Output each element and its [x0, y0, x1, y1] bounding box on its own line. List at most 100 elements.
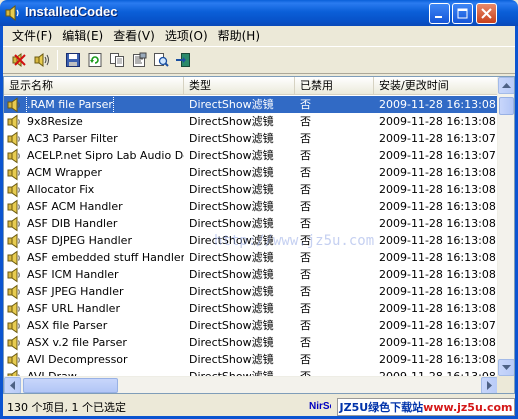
cell-type: DirectShow滤镜 [189, 353, 274, 366]
close-button[interactable] [476, 3, 497, 24]
column-header-name[interactable]: 显示名称 [4, 77, 184, 95]
cell-disabled: 否 [300, 166, 311, 179]
vertical-scrollbar[interactable] [497, 77, 514, 376]
site-banner: JZ5U绿色下载站 www.jz5u.com [337, 398, 515, 416]
speaker-icon [7, 97, 20, 112]
disable-button[interactable] [9, 49, 31, 71]
column-header-install-time[interactable]: 安装/更改时间 [374, 77, 498, 95]
minimize-button[interactable] [429, 3, 450, 24]
table-row[interactable]: AVI Decompressor DirectShow滤镜 否 2009-11-28 … [4, 351, 498, 368]
codec-name: AVI Decompressor [27, 353, 128, 366]
cell-name: ASF DIB Handler [4, 215, 184, 232]
table-row[interactable]: ASF ICM Handler DirectShow滤镜 否 2009-11-28 1… [4, 266, 498, 283]
cell-install-time: 2009-11-28 16:13:08 [379, 302, 496, 315]
save-button[interactable] [62, 49, 84, 71]
cell-disabled: 否 [300, 336, 311, 349]
codec-name: ASX file Parser [27, 319, 108, 332]
cell-name: ASF ACM Handler [4, 198, 184, 215]
speaker-icon [7, 233, 20, 248]
cell-install-time: 2009-11-28 16:13:08 [379, 166, 496, 179]
vertical-scroll-thumb[interactable] [499, 97, 514, 115]
table-row[interactable]: .RAM file Parser DirectShow滤镜否 2009-11-28 … [4, 96, 498, 113]
title-bar[interactable]: InstalledCodec [0, 0, 518, 26]
codec-name: .RAM file Parser [26, 96, 114, 113]
cell-name: ACELP.net Sipro Lab Audio De... [4, 147, 184, 164]
find-button[interactable] [150, 49, 172, 71]
properties-button[interactable] [128, 49, 150, 71]
cell-name: ASF embedded stuff Handler [4, 249, 184, 266]
enable-button[interactable] [31, 49, 53, 71]
table-row[interactable]: 9x8Resize DirectShow滤镜 否 2009-11-28 16:13:0… [4, 113, 498, 130]
cell-name: AVI Decompressor [4, 351, 184, 368]
cell-install-time: 2009-11-28 16:13:08 [379, 200, 496, 213]
arrow-up-icon [502, 82, 511, 88]
column-header-disabled[interactable]: 已禁用 [295, 77, 374, 95]
codec-name: ACM Wrapper [27, 166, 102, 179]
menu-view[interactable]: 查看(V) [108, 27, 160, 44]
enable-icon [34, 53, 49, 67]
speaker-icon [7, 131, 20, 146]
cell-disabled: 否 [300, 217, 311, 230]
refresh-icon [88, 53, 102, 67]
scroll-right-button[interactable] [481, 377, 498, 393]
scrollbar-corner [497, 376, 514, 393]
codec-name: ASF embedded stuff Handler [27, 251, 184, 264]
codec-name: ASF DJPEG Handler [27, 234, 132, 247]
codec-name: 9x8Resize [27, 115, 83, 128]
status-item-count: 130 个项目, 1 个已选定 [7, 400, 126, 414]
toolbar [3, 46, 515, 74]
cell-name: ASF ICM Handler [4, 266, 184, 283]
codec-list[interactable]: 显示名称 类型 已禁用 安装/更改时间 .RAM file Parser Dire… [3, 76, 515, 394]
cell-type: DirectShow滤镜 [189, 183, 274, 196]
table-row[interactable]: ASF DIB Handler DirectShow滤镜 否 2009-11-28 1… [4, 215, 498, 232]
maximize-icon [457, 8, 468, 19]
cell-type: DirectShow滤镜 [189, 285, 274, 298]
scroll-down-button[interactable] [498, 359, 514, 376]
cell-name: ASF DJPEG Handler [4, 232, 184, 249]
copy-icon [110, 53, 124, 67]
table-row[interactable]: ACELP.net Sipro Lab Audio De... DirectSho… [4, 147, 498, 164]
menu-help[interactable]: 帮助(H) [213, 27, 265, 44]
column-header-type[interactable]: 类型 [184, 77, 295, 95]
table-row[interactable]: ASF ACM Handler DirectShow滤镜 否 2009-11-28 1… [4, 198, 498, 215]
table-row[interactable]: ASF URL Handler DirectShow滤镜 否 2009-11-28 1… [4, 300, 498, 317]
table-row[interactable]: ASX v.2 file Parser DirectShow滤镜 否 2009-11-… [4, 334, 498, 351]
cell-name: ASF JPEG Handler [4, 283, 184, 300]
speaker-icon [7, 165, 20, 180]
scroll-up-button[interactable] [498, 77, 514, 94]
horizontal-scrollbar[interactable] [4, 376, 498, 393]
table-row[interactable]: ASF JPEG Handler DirectShow滤镜 否 2009-11-28 … [4, 283, 498, 300]
scroll-left-button[interactable] [4, 377, 21, 393]
speaker-icon [7, 267, 20, 282]
table-row[interactable]: AC3 Parser Filter DirectShow滤镜 否 2009-11-28… [4, 130, 498, 147]
table-row[interactable]: ASX file Parser DirectShow滤镜 否 2009-11-28 1… [4, 317, 498, 334]
speaker-icon [7, 352, 20, 367]
cell-install-time: 2009-11-28 16:13:08 [374, 96, 498, 113]
speaker-icon [7, 216, 20, 231]
exit-icon [176, 53, 190, 67]
cell-disabled: 否 [300, 353, 311, 366]
speaker-icon [7, 284, 20, 299]
cell-disabled: 否 [300, 251, 311, 264]
cell-install-time: 2009-11-28 16:13:07 [379, 319, 496, 332]
copy-button[interactable] [106, 49, 128, 71]
maximize-button[interactable] [452, 3, 473, 24]
speaker-icon [7, 318, 20, 333]
table-row[interactable]: ACM Wrapper DirectShow滤镜 否 2009-11-28 16:13… [4, 164, 498, 181]
exit-button[interactable] [172, 49, 194, 71]
watermark-text: http://www.jz5u.com [214, 233, 375, 249]
speaker-icon [7, 199, 20, 214]
cell-name: ASX v.2 file Parser [4, 334, 184, 351]
table-row[interactable]: ASF embedded stuff Handler DirectShow滤镜 否 2… [4, 249, 498, 266]
cell-install-time: 2009-11-28 16:13:08 [379, 336, 496, 349]
menu-options[interactable]: 选项(O) [160, 27, 213, 44]
menu-edit[interactable]: 编辑(E) [57, 27, 108, 44]
cell-disabled: 否 [300, 149, 311, 162]
menu-file[interactable]: 文件(F) [7, 27, 57, 44]
refresh-button[interactable] [84, 49, 106, 71]
nirsoft-link[interactable]: NirSoft [305, 401, 331, 412]
cell-type: DirectShow滤镜 [184, 96, 295, 113]
cell-disabled: 否 [300, 200, 311, 213]
table-row[interactable]: Allocator Fix DirectShow滤镜 否 2009-11-28 16:… [4, 181, 498, 198]
horizontal-scroll-thumb[interactable] [23, 378, 118, 393]
